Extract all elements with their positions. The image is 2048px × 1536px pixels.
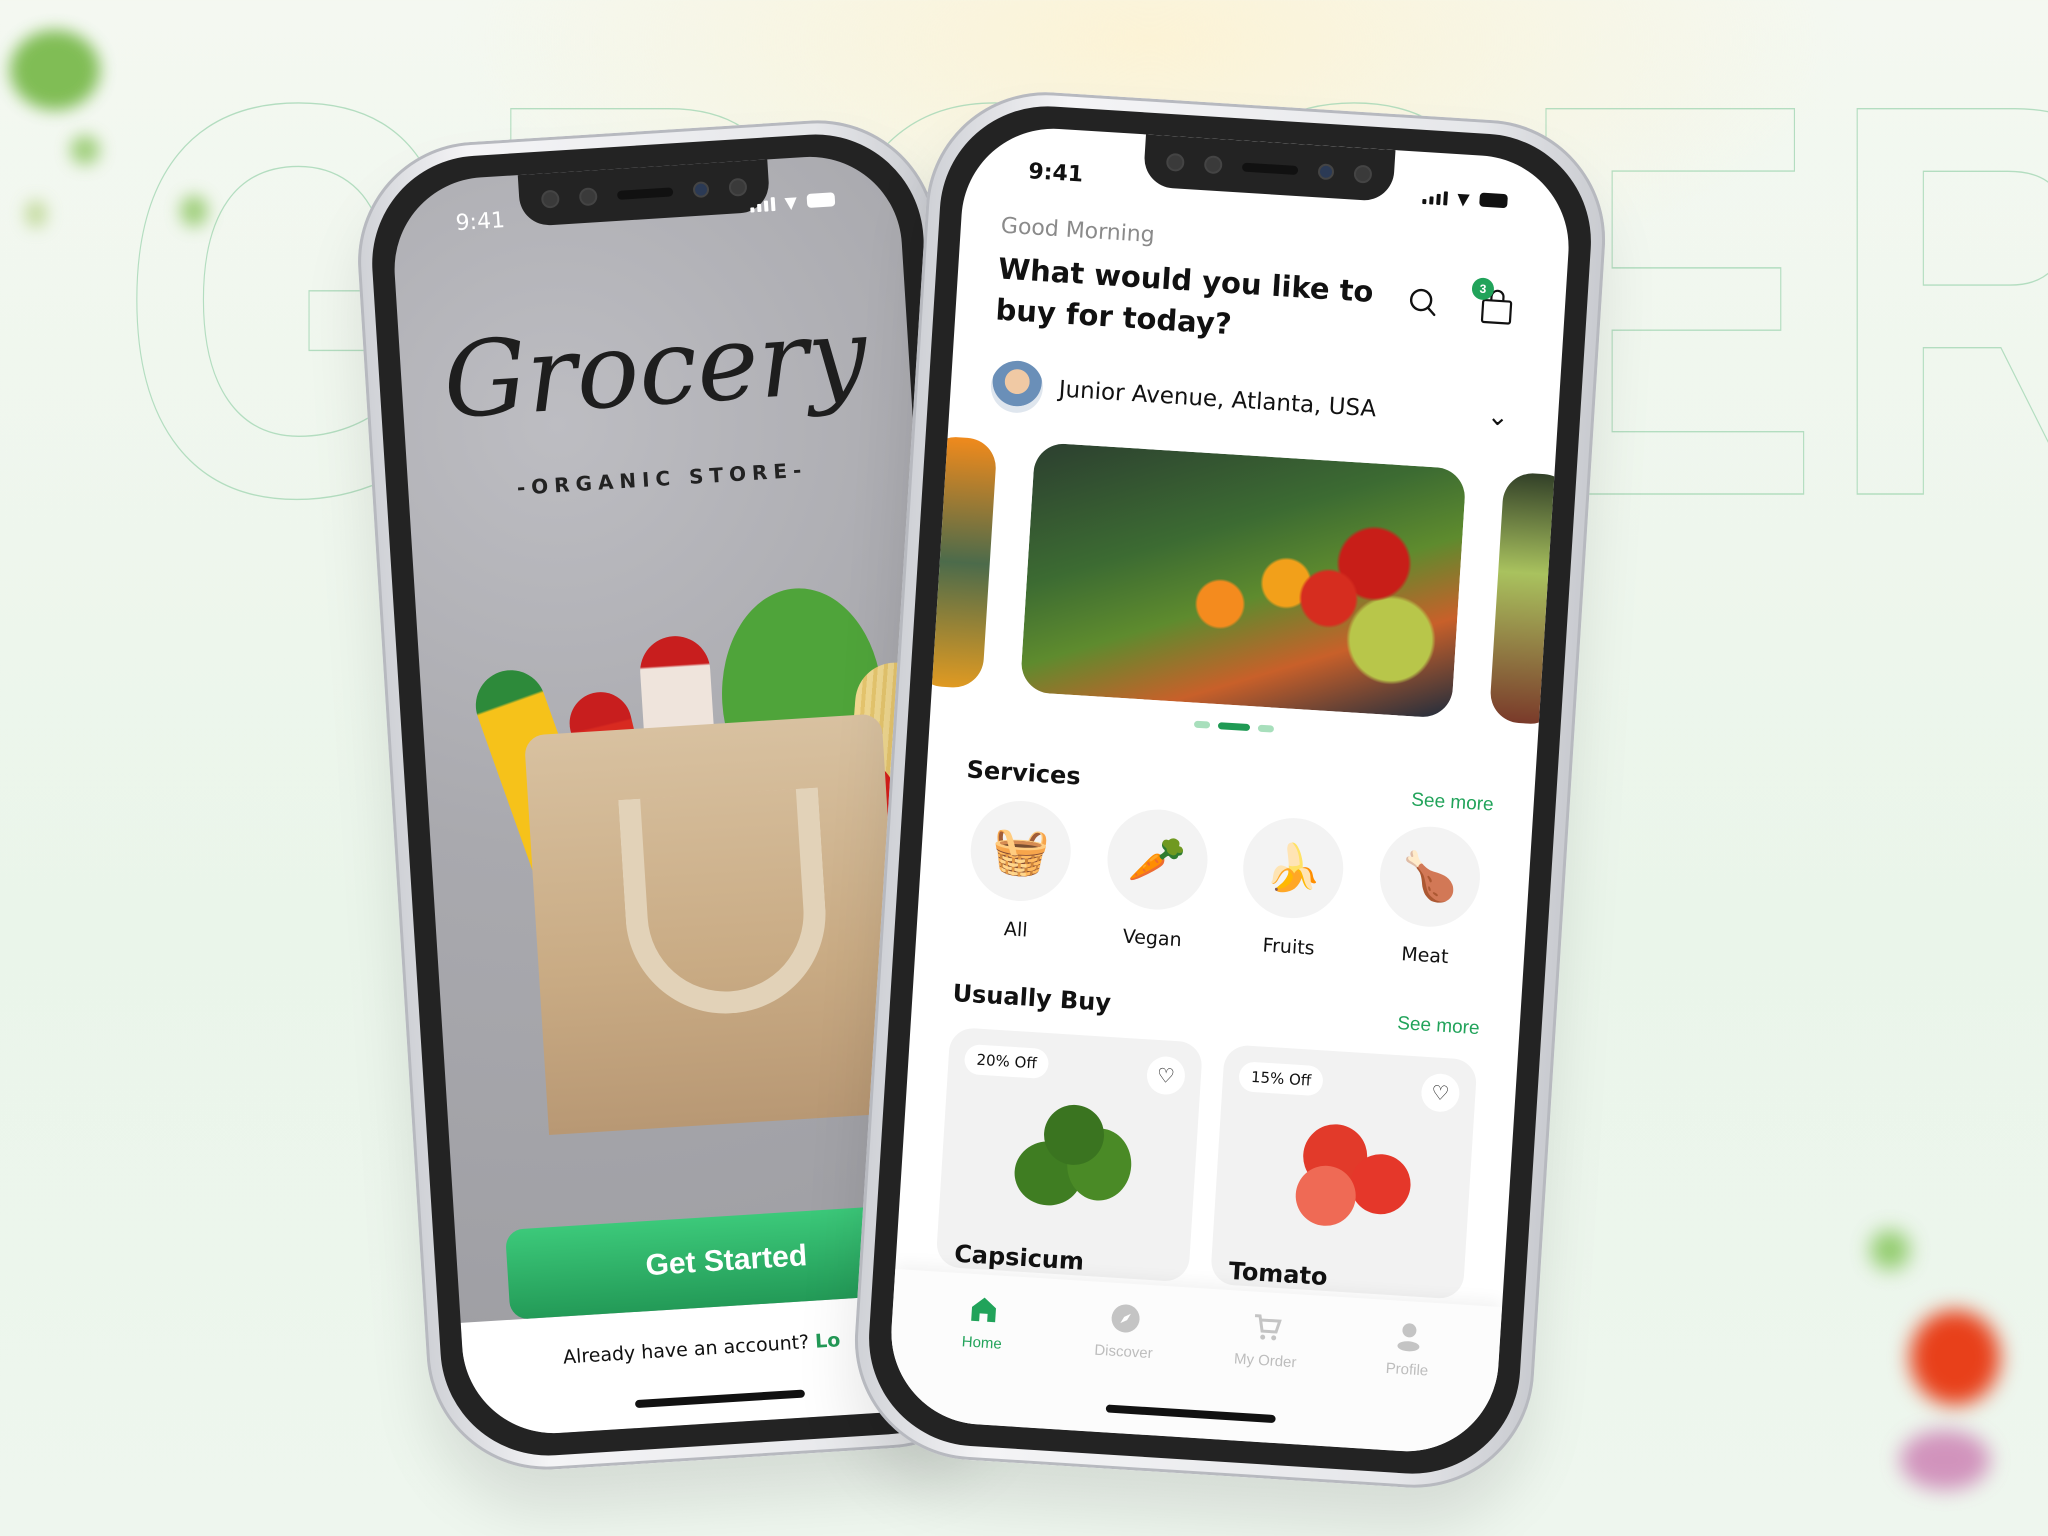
favorite-button[interactable]: ♡ [1420, 1072, 1461, 1114]
service-label: Vegan [1122, 925, 1183, 952]
service-item-vegan[interactable]: 🥕 Vegan [1097, 806, 1216, 953]
product-list: 20% Off ♡ Capsicum 15% Off ♡ Tomato [935, 1027, 1478, 1300]
services-list: 🧺 All 🥕 Vegan 🍌 Fruits 🍗 Meat [956, 798, 1492, 971]
carousel-dot-active[interactable] [1217, 722, 1251, 732]
tab-profile[interactable]: Profile [1347, 1316, 1465, 1455]
usually-buy-header: Usually Buy See more [952, 955, 1482, 1040]
signal-icon [749, 195, 776, 213]
tab-my-order[interactable]: My Order [1205, 1307, 1323, 1446]
search-button[interactable] [1402, 281, 1444, 323]
product-card[interactable]: 15% Off ♡ Tomato [1209, 1044, 1478, 1300]
decorative-leaf [25, 200, 47, 228]
chevron-down-icon[interactable]: ⌄ [1477, 401, 1519, 433]
carousel-slide[interactable] [911, 435, 998, 690]
discount-badge: 15% Off [1238, 1061, 1325, 1097]
tab-home[interactable]: Home [922, 1289, 1040, 1428]
promo-carousel[interactable] [911, 435, 1575, 726]
login-link[interactable]: Lo [814, 1329, 841, 1353]
home-screen: 9:41 ▼ Good Morning What would you like … [885, 123, 1575, 1457]
signal-icon [1421, 188, 1448, 206]
app-logo: Grocery [439, 293, 871, 443]
carousel-slide[interactable] [1488, 471, 1575, 726]
status-time: 9:41 [1027, 158, 1084, 188]
meat-icon: 🍗 [1376, 823, 1483, 930]
heart-icon: ♡ [1430, 1081, 1451, 1106]
usually-buy-title: Usually Buy [951, 979, 1112, 1018]
tab-label: Profile [1385, 1359, 1429, 1380]
carousel-dot[interactable] [1193, 720, 1211, 729]
service-label: Fruits [1261, 934, 1316, 960]
fruits-icon: 🍌 [1240, 815, 1347, 922]
search-icon [1409, 288, 1436, 317]
favorite-button[interactable]: ♡ [1145, 1055, 1187, 1096]
tab-label: Discover [1093, 1341, 1154, 1363]
heart-icon: ♡ [1156, 1064, 1176, 1088]
carousel-dot[interactable] [1257, 724, 1275, 733]
decorative-onion [1900, 1430, 1990, 1490]
battery-icon [806, 192, 836, 208]
tagline: -ORGANIC STORE- [516, 457, 808, 500]
wifi-icon: ▼ [1456, 188, 1471, 209]
product-card[interactable]: 20% Off ♡ Capsicum [935, 1027, 1204, 1283]
discount-badge: 20% Off [963, 1044, 1050, 1080]
services-see-more-link[interactable]: See more [1411, 760, 1496, 817]
product-name: Capsicum [953, 1239, 1085, 1276]
tab-label: My Order [1233, 1350, 1297, 1372]
battery-icon [1479, 192, 1508, 209]
service-label: All [1003, 918, 1029, 942]
compass-icon [1111, 1304, 1140, 1333]
decorative-leaf [180, 195, 208, 227]
wifi-icon: ▼ [784, 192, 798, 212]
tomato-image [1295, 1124, 1411, 1226]
carousel-slide-active[interactable] [1019, 442, 1467, 719]
decorative-herb [1870, 1230, 1910, 1270]
vegetables-icon: 🥕 [1104, 806, 1211, 913]
product-name: Tomato [1227, 1257, 1329, 1292]
user-icon [1397, 1323, 1420, 1352]
location-selector[interactable]: Junior Avenue, Atlanta, USA ⌄ [989, 359, 1519, 444]
status-time: 9:41 [454, 207, 506, 236]
home-icon [971, 1297, 996, 1323]
tab-label: Home [961, 1333, 1003, 1353]
decorative-tomato [1910, 1310, 2000, 1405]
avatar [989, 359, 1045, 415]
decorative-leaf [70, 135, 100, 165]
page-title: What would you like to buy for today? [994, 251, 1375, 341]
cart-icon [1254, 1314, 1282, 1341]
usually-buy-see-more-link[interactable]: See more [1397, 983, 1482, 1040]
services-title: Services [965, 755, 1082, 791]
service-item-fruits[interactable]: 🍌 Fruits [1233, 815, 1352, 962]
capsicum-image [1014, 1105, 1131, 1206]
cart-button[interactable]: 3 [1471, 277, 1518, 328]
service-label: Meat [1400, 943, 1450, 969]
service-item-meat[interactable]: 🍗 Meat [1369, 823, 1488, 971]
phone-home: 9:41 ▼ Good Morning What would you like … [847, 85, 1613, 1495]
service-item-all[interactable]: 🧺 All [960, 798, 1079, 945]
grocery-box-icon: 🧺 [967, 798, 1074, 905]
decorative-leaf [10, 30, 100, 110]
location-text: Junior Avenue, Atlanta, USA [1057, 376, 1377, 423]
